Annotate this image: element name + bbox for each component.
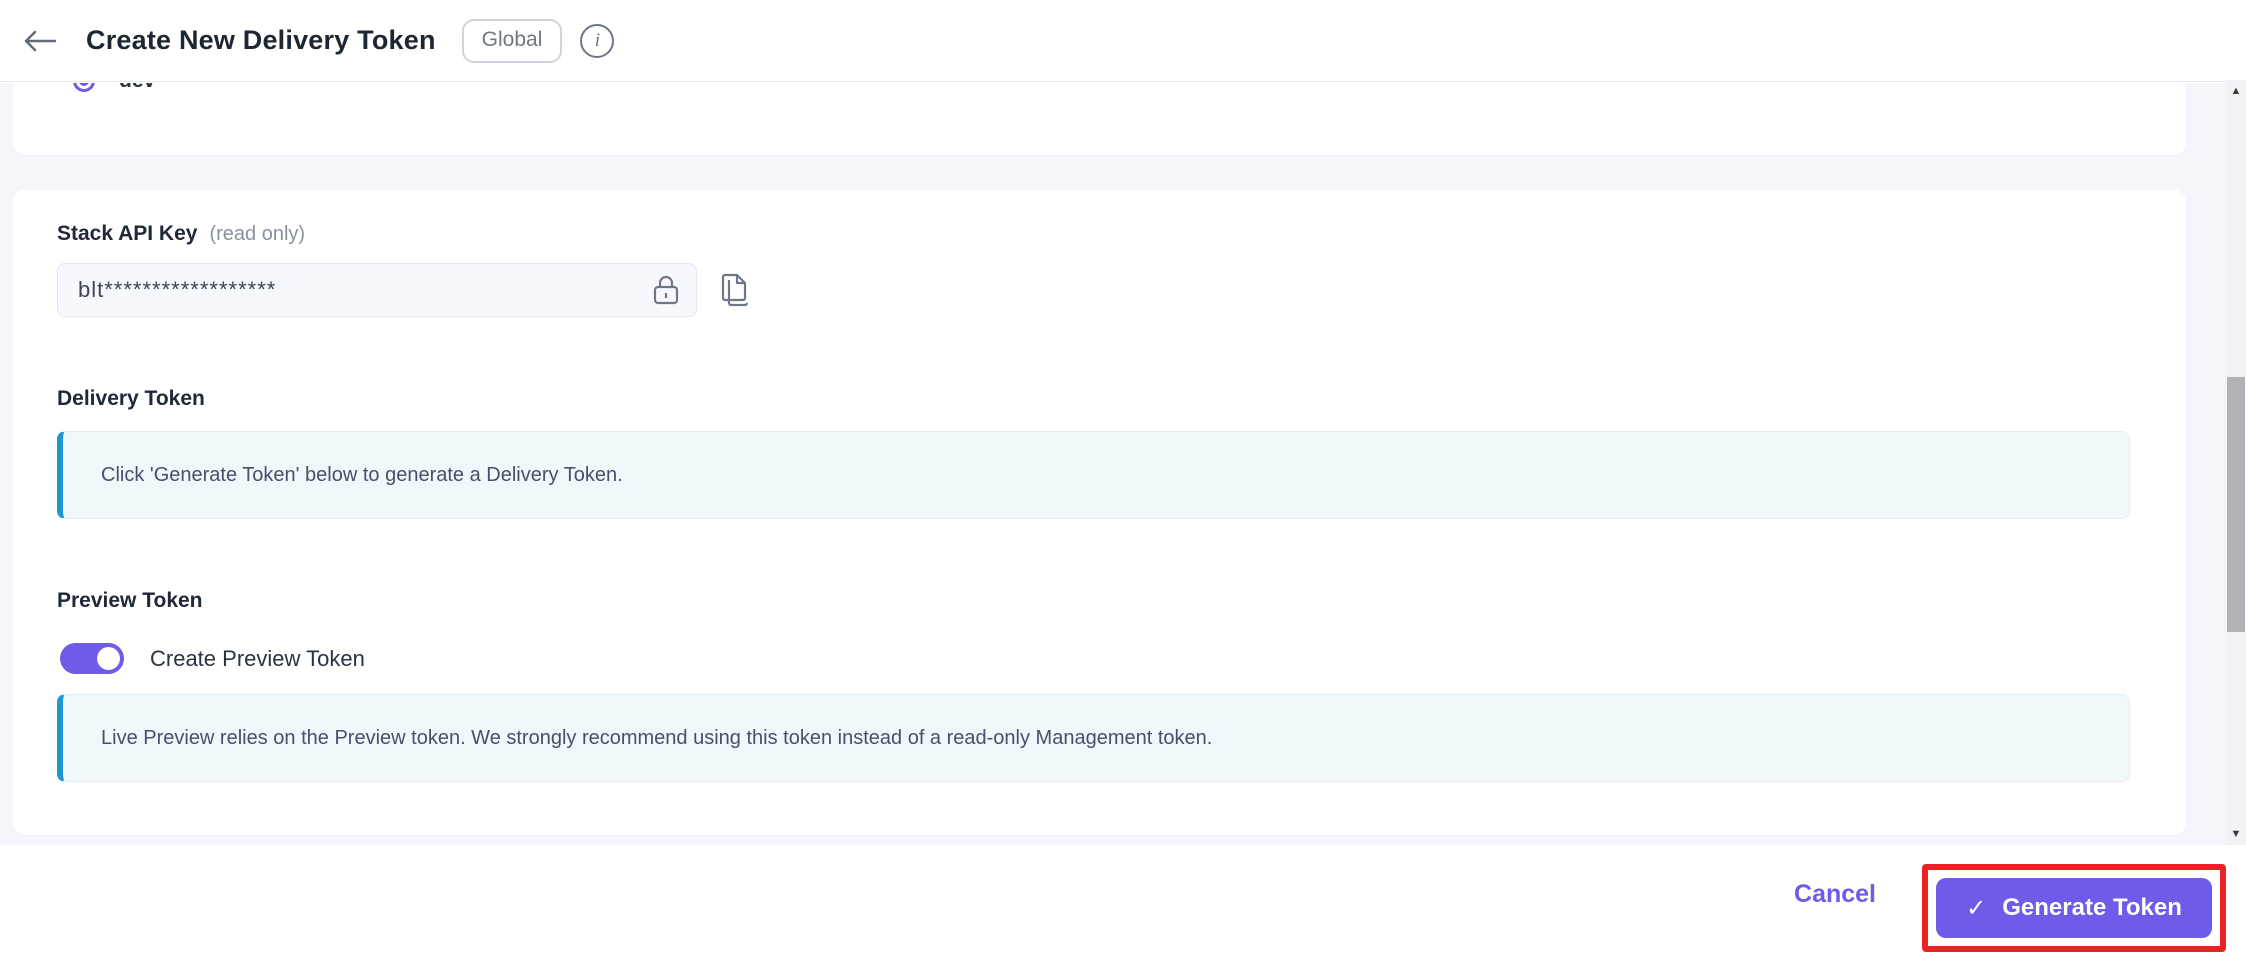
toggle-knob xyxy=(97,647,120,670)
delivery-token-info-text: Click 'Generate Token' below to generate… xyxy=(101,463,623,486)
info-icon[interactable]: i xyxy=(580,23,615,58)
annotation-highlight-box: ✓ Generate Token xyxy=(1922,864,2226,952)
arrow-left-icon xyxy=(23,29,57,53)
branch-option[interactable]: dev xyxy=(73,83,155,93)
copy-button[interactable] xyxy=(719,272,753,308)
preview-token-info-text: Live Preview relies on the Preview token… xyxy=(101,726,1213,749)
lock-icon xyxy=(651,274,681,306)
stack-api-key-input[interactable] xyxy=(57,263,697,317)
delivery-token-info-box: Click 'Generate Token' below to generate… xyxy=(57,431,2130,519)
delivery-token-label: Delivery Token xyxy=(57,387,205,410)
scrollbar-thumb[interactable] xyxy=(2227,377,2245,632)
branch-option-label: dev xyxy=(119,83,155,93)
token-scope-card: dev xyxy=(13,83,2186,155)
read-only-hint: (read only) xyxy=(209,223,306,245)
stack-api-key-label: Stack API Key xyxy=(57,222,198,245)
modal-header: Create New Delivery Token Global i xyxy=(0,0,2246,82)
create-preview-token-toggle[interactable] xyxy=(60,643,124,674)
scroll-down-arrow-icon[interactable]: ▼ xyxy=(2226,825,2246,843)
token-form-card: Stack API Key (read only) blt***********… xyxy=(13,190,2186,835)
modal-footer: Cancel ✓ Generate Token xyxy=(0,845,2246,962)
generate-token-button-label: Generate Token xyxy=(2002,894,2182,921)
create-preview-token-toggle-label: Create Preview Token xyxy=(150,645,365,671)
page-title: Create New Delivery Token xyxy=(86,25,436,55)
vertical-scrollbar[interactable]: ▲ ▼ xyxy=(2226,80,2246,845)
scroll-up-arrow-icon[interactable]: ▲ xyxy=(2226,82,2246,100)
copy-icon xyxy=(721,272,751,308)
preview-token-label: Preview Token xyxy=(57,589,203,612)
back-button[interactable] xyxy=(18,19,62,63)
preview-token-info-box: Live Preview relies on the Preview token… xyxy=(57,694,2130,782)
cancel-button[interactable]: Cancel xyxy=(1794,880,1876,909)
generate-token-button[interactable]: ✓ Generate Token xyxy=(1936,878,2212,938)
create-delivery-token-page: Create New Delivery Token Global i dev S… xyxy=(0,0,2246,962)
radio-selected-icon xyxy=(73,83,95,92)
scope-badge: Global xyxy=(461,18,563,63)
scroll-region: dev Stack API Key (read only) xyxy=(0,83,2246,845)
check-icon: ✓ xyxy=(1966,894,1987,922)
